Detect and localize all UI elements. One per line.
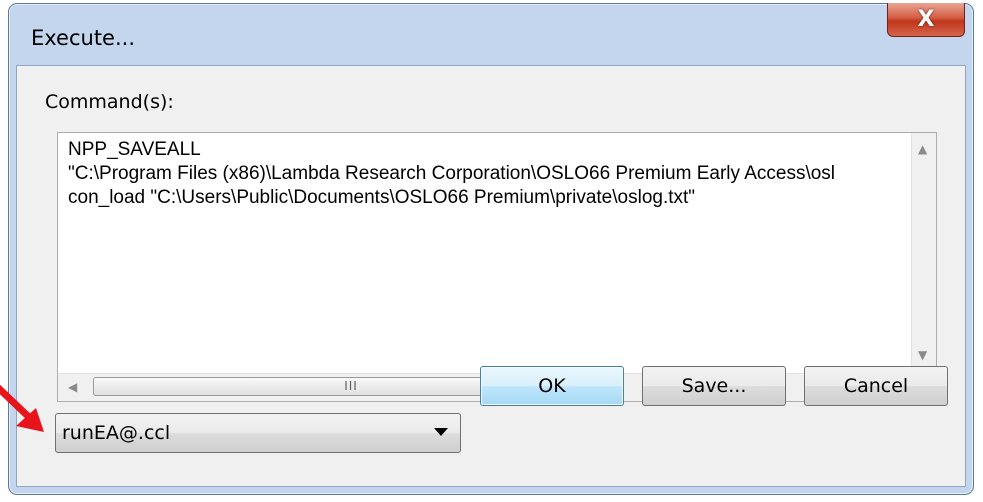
- window-title: Execute...: [31, 26, 136, 50]
- save-button[interactable]: Save...: [642, 366, 786, 406]
- vertical-scrollbar[interactable]: ▲ ▼: [911, 133, 936, 374]
- file-combobox-value: runEA@.ccl: [62, 422, 171, 444]
- commands-textarea[interactable]: NPP_SAVEALL "C:\Program Files (x86)\Lamb…: [57, 132, 937, 402]
- file-combobox[interactable]: runEA@.ccl: [55, 413, 461, 453]
- close-button[interactable]: X: [887, 3, 965, 37]
- ok-button-label: OK: [538, 375, 566, 397]
- scroll-down-icon[interactable]: ▼: [918, 349, 927, 361]
- scroll-left-icon[interactable]: ◀: [68, 381, 77, 393]
- ok-button[interactable]: OK: [480, 366, 624, 406]
- title-bar[interactable]: Execute... X: [9, 3, 973, 62]
- save-button-label: Save...: [681, 375, 747, 397]
- scroll-grip: III: [344, 379, 358, 393]
- dropdown-arrow-icon[interactable]: [434, 428, 448, 436]
- cancel-button-label: Cancel: [843, 375, 909, 397]
- execute-dialog: Execute... X Command(s): NPP_SAVEALL "C:…: [8, 3, 974, 495]
- commands-text[interactable]: NPP_SAVEALL "C:\Program Files (x86)\Lamb…: [68, 138, 914, 363]
- scroll-up-icon[interactable]: ▲: [918, 143, 927, 155]
- commands-label: Command(s):: [45, 91, 174, 113]
- dialog-client-area: Command(s): NPP_SAVEALL "C:\Program File…: [16, 65, 966, 487]
- cancel-button[interactable]: Cancel: [804, 366, 948, 406]
- close-icon: X: [917, 7, 935, 32]
- annotation-arrow-icon: [0, 384, 44, 432]
